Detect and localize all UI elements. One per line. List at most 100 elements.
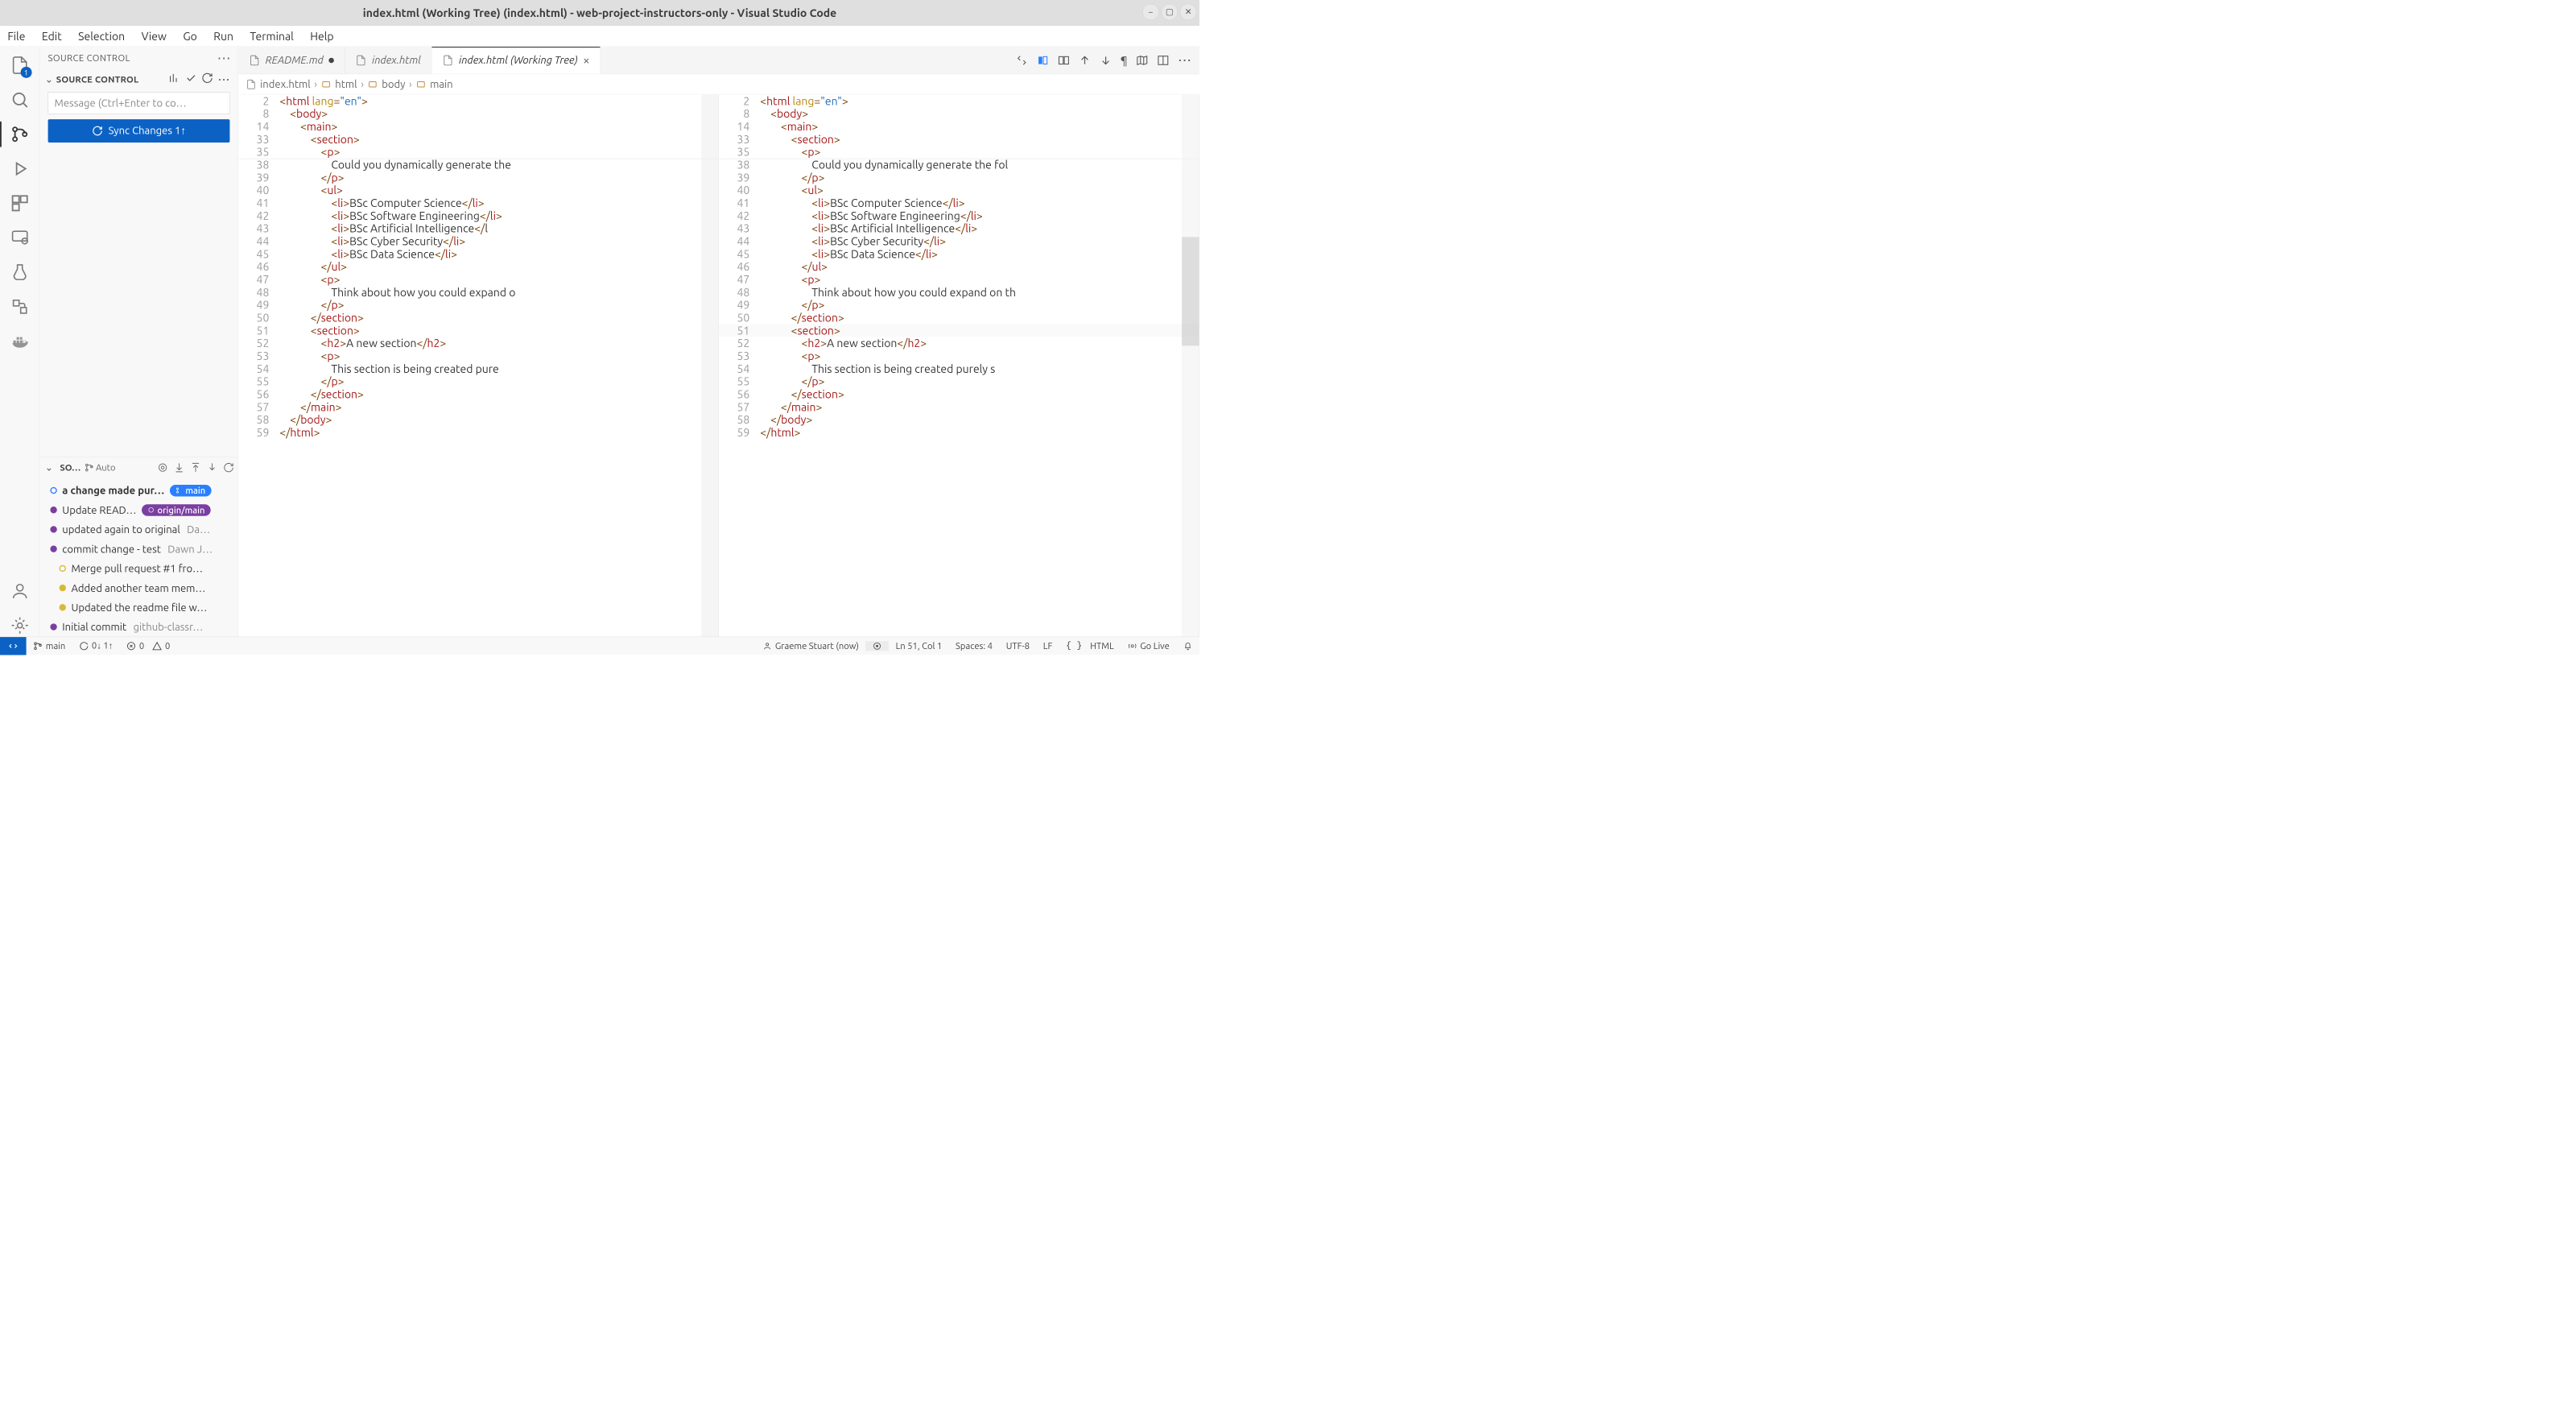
- code-line[interactable]: 47 <p>: [719, 273, 1199, 286]
- code-line[interactable]: 51 <section>: [238, 324, 718, 337]
- code-line[interactable]: 40 <ul>: [719, 184, 1199, 196]
- menu-edit[interactable]: Edit: [39, 28, 64, 44]
- breadcrumb-item[interactable]: html: [335, 78, 357, 89]
- minimap-icon[interactable]: [1182, 94, 1199, 636]
- menu-run[interactable]: Run: [211, 28, 237, 44]
- code-line[interactable]: 38 Could you dynamically generate the fo…: [719, 158, 1199, 171]
- commit-row[interactable]: Initial commitgithub-classr…: [50, 617, 234, 636]
- accounts-icon[interactable]: [8, 580, 31, 602]
- diff-modified[interactable]: 2<html lang="en">8 <body>14 <main>33 <se…: [719, 94, 1199, 636]
- explorer-icon[interactable]: 1: [8, 54, 31, 77]
- breadcrumb-item[interactable]: index.html: [260, 78, 310, 89]
- next-change-icon[interactable]: [1100, 54, 1113, 67]
- code-line[interactable]: 54 This section is being created pure: [238, 362, 718, 375]
- toggle-inline-icon[interactable]: [1037, 54, 1050, 67]
- target-icon[interactable]: [157, 461, 168, 473]
- code-line[interactable]: 43 <li>BSc Artificial Intelligence</l: [238, 222, 718, 235]
- ports-icon[interactable]: [8, 296, 31, 318]
- minimap-icon[interactable]: [701, 94, 718, 636]
- code-line[interactable]: 54 This section is being created purely …: [719, 362, 1199, 375]
- menu-selection[interactable]: Selection: [75, 28, 127, 44]
- whitespace-icon[interactable]: ¶: [1121, 54, 1128, 67]
- close-button[interactable]: ✕: [1180, 4, 1196, 20]
- push-icon[interactable]: [207, 461, 218, 473]
- source-control-icon[interactable]: [8, 123, 31, 146]
- commit-row[interactable]: Updated the readme file w…: [50, 598, 234, 617]
- menu-go[interactable]: Go: [180, 28, 200, 44]
- code-line[interactable]: 48 Think about how you could expand on t…: [719, 286, 1199, 299]
- blame-author[interactable]: Graeme Stuart (now): [756, 641, 866, 651]
- code-line[interactable]: 44 <li>BSc Cyber Security</li>: [719, 234, 1199, 247]
- code-line[interactable]: 51 <section>: [719, 324, 1199, 337]
- graph-refresh-icon[interactable]: [223, 461, 234, 473]
- source-control-repo-header[interactable]: ⌄ SOURCE CONTROL ⋯: [39, 69, 237, 89]
- extensions-icon[interactable]: [8, 192, 31, 214]
- code-line[interactable]: 43 <li>BSc Artificial Intelligence</li>: [719, 222, 1199, 235]
- diff-original[interactable]: 2<html lang="en">8 <body>14 <main>33 <se…: [238, 94, 719, 636]
- code-line[interactable]: 52 <h2>A new section</h2>: [238, 337, 718, 349]
- breadcrumb[interactable]: index.html›html›body›main: [238, 74, 1199, 94]
- code-line[interactable]: 56 </section>: [238, 387, 718, 400]
- commit-row[interactable]: Merge pull request #1 fro…: [50, 559, 234, 578]
- code-line[interactable]: 41 <li>BSc Computer Science</li>: [238, 196, 718, 209]
- remote-explorer-icon[interactable]: [8, 226, 31, 249]
- settings-gear-icon[interactable]: [8, 614, 31, 637]
- tab-index-html-working-tree-[interactable]: index.html (Working Tree)×: [431, 47, 601, 74]
- commit-row[interactable]: updated again to originalDa…: [50, 519, 234, 539]
- code-line[interactable]: 59</html>: [238, 426, 718, 439]
- code-line[interactable]: 59</html>: [719, 426, 1199, 439]
- tab-readme-md[interactable]: README.md: [238, 47, 345, 74]
- menu-terminal[interactable]: Terminal: [247, 28, 297, 44]
- code-line[interactable]: 50 </section>: [719, 311, 1199, 324]
- problems-indicator[interactable]: 0 0: [120, 641, 177, 651]
- testing-icon[interactable]: [8, 261, 31, 283]
- menu-view[interactable]: View: [138, 28, 170, 44]
- go-live[interactable]: Go Live: [1121, 641, 1176, 651]
- commit-row[interactable]: a change made pur…main: [50, 481, 234, 500]
- indentation[interactable]: Spaces: 4: [949, 641, 1000, 651]
- code-line[interactable]: 48 Think about how you could expand o: [238, 286, 718, 299]
- code-line[interactable]: 56 </section>: [719, 387, 1199, 400]
- code-line[interactable]: 52 <h2>A new section</h2>: [719, 337, 1199, 349]
- code-line[interactable]: 49 </p>: [719, 299, 1199, 312]
- eol[interactable]: LF: [1036, 641, 1059, 651]
- code-line[interactable]: 57 </main>: [238, 400, 718, 413]
- open-changes-icon[interactable]: [1015, 54, 1028, 67]
- search-icon[interactable]: [8, 89, 31, 111]
- code-line[interactable]: 47 <p>: [238, 273, 718, 286]
- code-line[interactable]: 39 </p>: [719, 171, 1199, 184]
- commit-row[interactable]: Added another team mem…: [50, 578, 234, 598]
- sync-status[interactable]: 0↓ 1↑: [72, 640, 120, 651]
- prev-change-icon[interactable]: [1079, 54, 1092, 67]
- pull-icon[interactable]: [190, 461, 201, 473]
- map-icon[interactable]: [1136, 54, 1149, 67]
- code-line[interactable]: 40 <ul>: [238, 184, 718, 196]
- remote-indicator[interactable]: [0, 637, 27, 655]
- close-tab-icon[interactable]: ×: [583, 53, 589, 67]
- source-control-graph-header[interactable]: ⌄ SO… Auto: [39, 457, 237, 478]
- refresh-icon[interactable]: [201, 72, 213, 84]
- run-debug-icon[interactable]: [8, 158, 31, 180]
- minimize-button[interactable]: –: [1142, 4, 1158, 20]
- code-line[interactable]: 44 <li>BSc Cyber Security</li>: [238, 234, 718, 247]
- code-line[interactable]: 53 <p>: [238, 349, 718, 362]
- code-line[interactable]: 41 <li>BSc Computer Science</li>: [719, 196, 1199, 209]
- commit-check-icon[interactable]: [185, 72, 197, 84]
- code-line[interactable]: 42 <li>BSc Software Engineering</li>: [238, 209, 718, 222]
- code-line[interactable]: 45 <li>BSc Data Science</li>: [719, 247, 1199, 260]
- split-editor-icon[interactable]: [1157, 54, 1170, 67]
- notifications-icon[interactable]: [1176, 641, 1199, 651]
- sync-changes-button[interactable]: Sync Changes 1↑: [48, 119, 230, 143]
- fetch-icon[interactable]: [174, 461, 185, 473]
- menu-file[interactable]: File: [5, 28, 29, 44]
- code-line[interactable]: 38 Could you dynamically generate the: [238, 158, 718, 171]
- graph-icon[interactable]: [168, 72, 180, 84]
- code-line[interactable]: 49 </p>: [238, 299, 718, 312]
- breadcrumb-item[interactable]: body: [382, 78, 405, 89]
- commit-message-input[interactable]: Message (Ctrl+Enter to co…: [48, 93, 230, 114]
- code-line[interactable]: 46 </ul>: [238, 260, 718, 273]
- code-line[interactable]: 53 <p>: [719, 349, 1199, 362]
- repo-more-icon[interactable]: ⋯: [218, 72, 230, 86]
- breadcrumb-item[interactable]: main: [430, 78, 453, 89]
- code-line[interactable]: 42 <li>BSc Software Engineering</li>: [719, 209, 1199, 222]
